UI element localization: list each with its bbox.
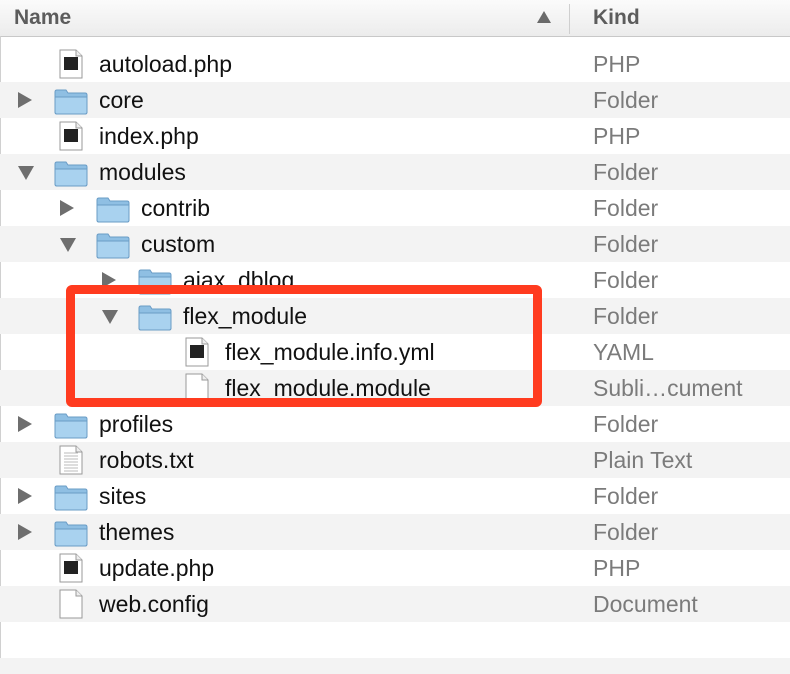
disclosure-closed-icon[interactable] (18, 524, 32, 540)
list-item[interactable]: contrib Folder (0, 190, 790, 226)
document-icon (185, 373, 209, 408)
file-name: flex_module.info.yml (225, 339, 435, 365)
sort-ascending-icon[interactable] (537, 11, 551, 23)
disclosure-closed-icon[interactable] (18, 488, 32, 504)
file-name: contrib (141, 195, 211, 221)
file-name: core (99, 87, 144, 113)
file-name: robots.txt (99, 447, 194, 473)
file-name: sites (99, 483, 147, 509)
list-item[interactable]: web.config Document (0, 586, 790, 622)
folder-icon (54, 159, 88, 192)
disclosure-closed-icon[interactable] (102, 272, 116, 288)
name-column-header[interactable]: Name (14, 6, 71, 30)
list-item[interactable]: flex_module Folder (0, 298, 790, 334)
list-item[interactable]: flex_module.module Subli…cument (0, 370, 790, 406)
list-item[interactable]: sites Folder (0, 478, 790, 514)
list-item[interactable]: modules Folder (0, 154, 790, 190)
list-item[interactable]: flex_module.info.yml YAML (0, 334, 790, 370)
file-kind: Folder (593, 231, 659, 257)
list-item[interactable]: core Folder (0, 82, 790, 118)
file-kind: Folder (593, 519, 659, 545)
file-kind: Folder (593, 303, 659, 329)
disclosure-closed-icon[interactable] (18, 92, 32, 108)
file-kind: YAML (593, 339, 654, 365)
file-name: profiles (99, 411, 174, 437)
empty-row (0, 658, 790, 674)
file-kind: PHP (593, 555, 641, 581)
file-kind: Folder (593, 195, 659, 221)
file-kind: Document (593, 591, 698, 617)
list-item[interactable]: autoload.php PHP (0, 46, 790, 82)
file-kind: PHP (593, 51, 641, 77)
file-name: ajax_dblog (183, 267, 295, 293)
folder-icon (54, 411, 88, 444)
folder-icon (54, 483, 88, 516)
file-kind: Folder (593, 159, 659, 185)
folder-icon (54, 519, 88, 552)
text-file-icon (59, 445, 83, 480)
list-item[interactable]: update.php PHP (0, 550, 790, 586)
file-name: index.php (99, 123, 199, 149)
file-name: custom (141, 231, 216, 257)
folder-icon (138, 303, 172, 336)
yaml-file-icon (185, 337, 209, 372)
folder-icon (54, 87, 88, 120)
column-header-bar: Name Kind (0, 0, 790, 37)
file-name: themes (99, 519, 175, 545)
disclosure-closed-icon[interactable] (60, 200, 74, 216)
file-kind: Folder (593, 267, 659, 293)
disclosure-open-icon[interactable] (18, 166, 34, 180)
file-kind: Folder (593, 87, 659, 113)
folder-icon (138, 267, 172, 300)
list-item[interactable]: themes Folder (0, 514, 790, 550)
list-item[interactable]: robots.txt Plain Text (0, 442, 790, 478)
file-name: modules (99, 159, 186, 185)
file-kind: Subli…cument (593, 375, 743, 401)
folder-icon (96, 231, 130, 264)
list-item[interactable]: custom Folder (0, 226, 790, 262)
file-name: flex_module.module (225, 375, 431, 401)
file-kind: Folder (593, 483, 659, 509)
folder-icon (96, 195, 130, 228)
list-item[interactable]: index.php PHP (0, 118, 790, 154)
finder-list-view: Name Kind autoload.php PHP core Folder index… (0, 0, 790, 674)
document-icon (59, 589, 83, 624)
file-name: flex_module (183, 303, 308, 329)
php-file-icon (59, 49, 83, 84)
file-kind: Plain Text (593, 447, 693, 473)
file-name: web.config (99, 591, 209, 617)
php-file-icon (59, 121, 83, 156)
file-name: update.php (99, 555, 215, 581)
file-kind: PHP (593, 123, 641, 149)
column-divider[interactable] (569, 4, 570, 34)
kind-column-header[interactable]: Kind (593, 6, 640, 30)
file-kind: Folder (593, 411, 659, 437)
empty-row (0, 622, 790, 658)
disclosure-closed-icon[interactable] (18, 416, 32, 432)
php-file-icon (59, 553, 83, 588)
list-item[interactable]: ajax_dblog Folder (0, 262, 790, 298)
disclosure-open-icon[interactable] (60, 238, 76, 252)
file-name: autoload.php (99, 51, 233, 77)
list-item[interactable]: profiles Folder (0, 406, 790, 442)
disclosure-open-icon[interactable] (102, 310, 118, 324)
